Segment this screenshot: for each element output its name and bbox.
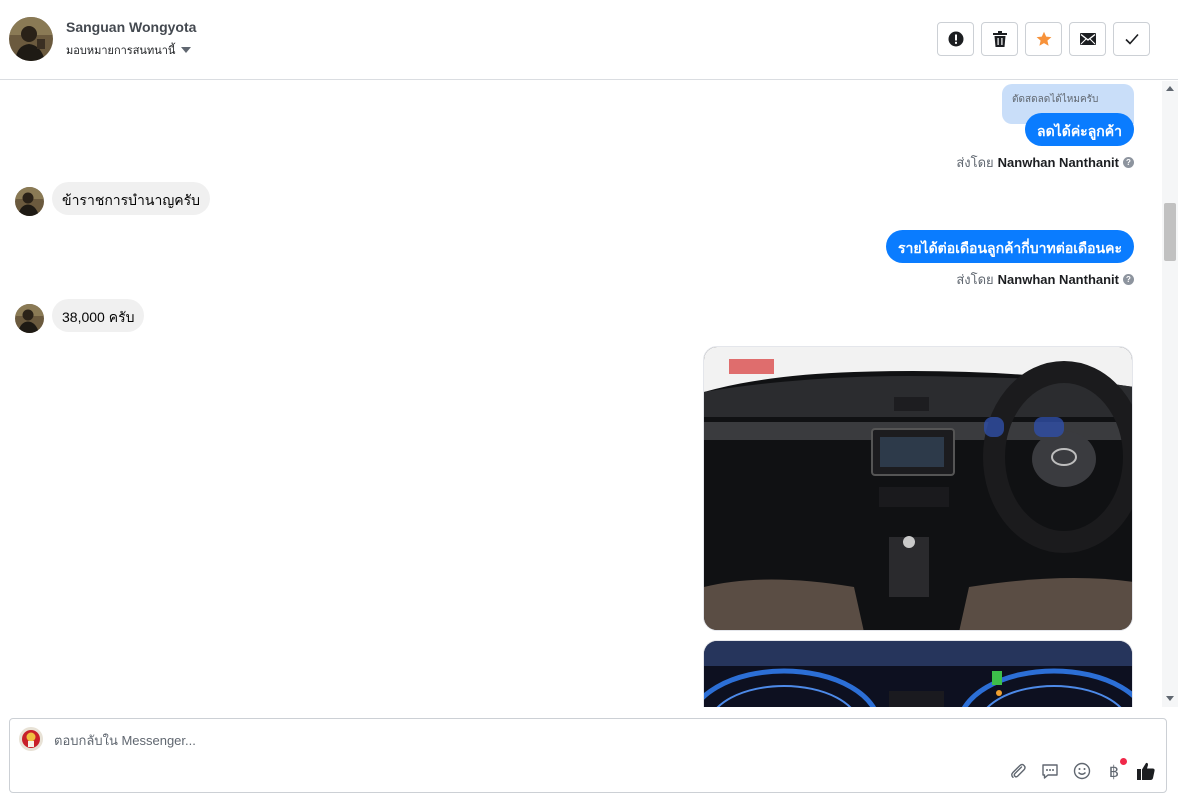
conversation-header: Sanguan Wongyota มอบหมายการสนทนานี้ [0, 0, 1178, 80]
delete-button[interactable] [981, 22, 1018, 56]
notification-dot [1120, 758, 1127, 765]
star-button[interactable] [1025, 22, 1062, 56]
mark-done-button[interactable] [1113, 22, 1150, 56]
sent-by-label: ส่งโดย Nanwhan Nanthanit ? [956, 152, 1134, 173]
sent-by-prefix: ส่งโดย [956, 155, 994, 170]
scrollbar-thumb[interactable] [1164, 203, 1176, 261]
contact-message-avatar[interactable] [15, 187, 44, 216]
payment-button[interactable]: ฿ [1104, 758, 1127, 781]
sender-name[interactable]: Nanwhan Nanthanit [998, 155, 1119, 170]
alert-icon [948, 31, 963, 47]
caret-down-icon [181, 47, 192, 53]
saved-replies-button[interactable] [1040, 761, 1060, 781]
paperclip-icon [1011, 763, 1026, 778]
sent-by-label: ส่งโดย Nanwhan Nanthanit ? [956, 269, 1134, 290]
reply-input[interactable] [54, 733, 954, 748]
trash-icon [992, 31, 1007, 47]
reply-composer: ฿ [9, 718, 1167, 793]
composer-tools: ฿ [1008, 758, 1156, 781]
help-icon[interactable]: ? [1123, 274, 1134, 285]
baht-icon: ฿ [1108, 761, 1120, 781]
conversation-actions [937, 22, 1150, 56]
sent-by-prefix: ส่งโดย [956, 272, 994, 287]
incoming-message[interactable]: ข้าราชการบำนาญครับ [52, 182, 211, 215]
car-interior-photo[interactable] [703, 346, 1133, 631]
assign-conversation-dropdown[interactable]: มอบหมายการสนทนานี้ [66, 41, 192, 59]
page-avatar [19, 727, 43, 751]
help-icon[interactable]: ? [1123, 157, 1134, 168]
outgoing-message[interactable]: รายได้ต่อเดือนลูกค้ากี่บาทต่อเดือนคะ [885, 230, 1134, 263]
contact-name[interactable]: Sanguan Wongyota [66, 19, 196, 35]
emoji-button[interactable] [1072, 761, 1092, 781]
scroll-down-icon[interactable] [1166, 696, 1174, 701]
thread-scrollbar[interactable] [1162, 81, 1178, 707]
envelope-icon [1079, 33, 1096, 45]
instrument-cluster-photo[interactable] [703, 640, 1133, 707]
like-button[interactable] [1136, 761, 1156, 781]
thumbs-up-icon [1137, 762, 1155, 780]
star-icon [1036, 31, 1051, 46]
smiley-icon [1073, 762, 1091, 780]
incoming-message[interactable]: 38,000 ครับ [52, 299, 145, 332]
checkmark-icon [1124, 33, 1139, 45]
message-thread: ตัดสดลดได้ไหมครับ ลดได้ค่ะลูกค้า ส่งโดย … [0, 81, 1162, 707]
scroll-up-icon[interactable] [1166, 86, 1174, 91]
mark-unread-button[interactable] [1069, 22, 1106, 56]
attach-button[interactable] [1008, 761, 1028, 781]
contact-avatar[interactable] [9, 17, 53, 61]
inbox-conversation-view: Sanguan Wongyota มอบหมายการสนทนานี้ ตัดส… [0, 0, 1178, 794]
outgoing-message[interactable]: ลดได้ค่ะลูกค้า [1025, 113, 1134, 146]
mark-spam-button[interactable] [937, 22, 974, 56]
contact-message-avatar[interactable] [15, 304, 44, 333]
assign-conversation-label: มอบหมายการสนทนานี้ [66, 45, 176, 57]
chat-bubble-icon [1042, 764, 1058, 779]
sender-name[interactable]: Nanwhan Nanthanit [998, 272, 1119, 287]
